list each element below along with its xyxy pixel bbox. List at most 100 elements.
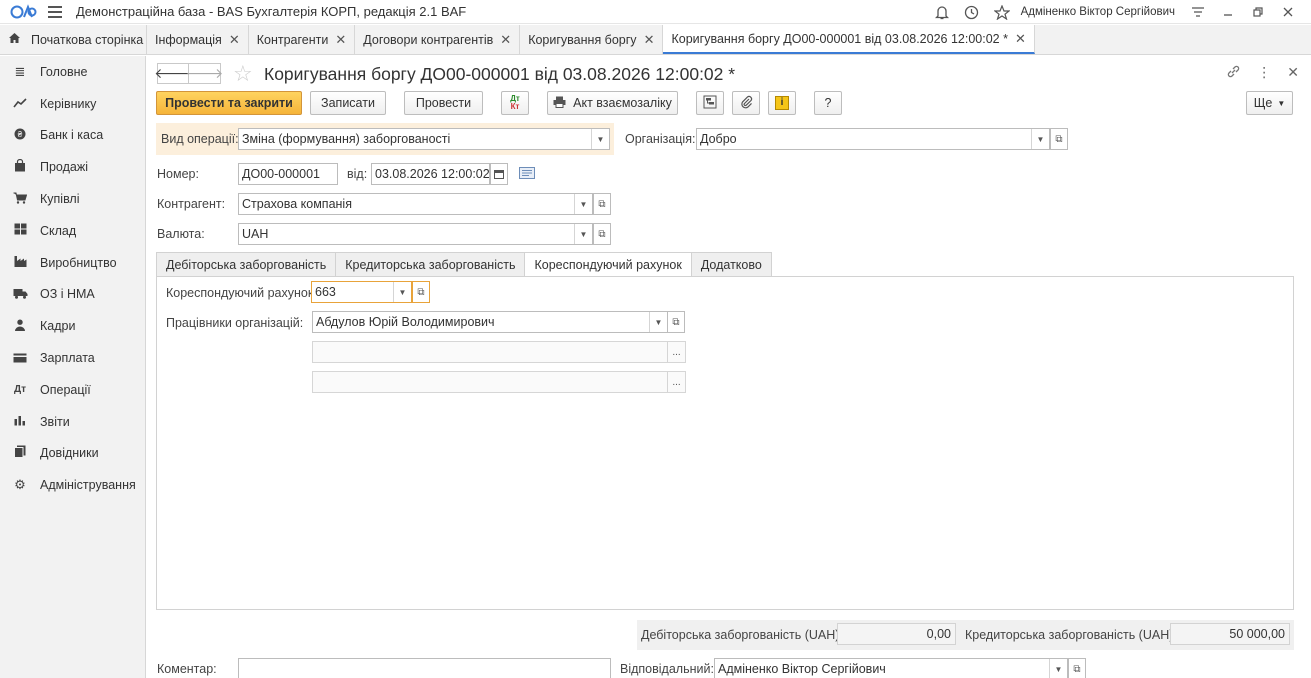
chevron-down-icon[interactable]: ▼ — [574, 224, 592, 244]
tab-information[interactable]: Інформація ✕ — [147, 25, 249, 54]
tab-receivables[interactable]: Дебіторська заборгованість — [156, 252, 336, 277]
date-input[interactable]: 03.08.2026 12:00:02 — [371, 163, 490, 185]
close-tab-icon[interactable]: ✕ — [500, 32, 511, 48]
structure-button[interactable] — [696, 91, 724, 115]
tab-correspondent-account[interactable]: Кореспондуючий рахунок — [524, 252, 691, 277]
tab-debt-adjustment-list[interactable]: Коригування боргу ✕ — [520, 25, 664, 54]
link-icon[interactable] — [1226, 64, 1241, 82]
employee-select[interactable]: Абдулов Юрій Володимирович ▼ — [312, 311, 668, 333]
number-input[interactable]: ДО00-000001 — [238, 163, 338, 185]
calendar-icon[interactable] — [490, 163, 508, 185]
settings-menu-icon[interactable] — [1183, 0, 1213, 24]
ellipsis-icon[interactable]: ... — [667, 342, 685, 362]
open-account-icon[interactable]: ⧉ — [412, 281, 430, 303]
close-tab-icon[interactable]: ✕ — [1015, 31, 1026, 47]
chevron-down-icon[interactable]: ▼ — [649, 312, 667, 332]
paperclip-icon — [740, 95, 753, 112]
counterparty-select[interactable]: Страхова компанія ▼ — [238, 193, 593, 215]
current-user[interactable]: Адміненко Віктор Сергійович — [1021, 6, 1175, 18]
open-employee-icon[interactable]: ⧉ — [667, 311, 685, 333]
minimize-icon[interactable] — [1213, 0, 1243, 24]
bell-icon[interactable] — [927, 0, 957, 24]
back-arrow-icon[interactable]: 🡐 — [154, 63, 192, 84]
ellipsis-icon[interactable]: ... — [667, 372, 685, 392]
post-button[interactable]: Провести — [404, 91, 483, 115]
sidebar-item-production[interactable]: Виробництво — [0, 247, 145, 279]
forward-arrow-icon[interactable]: 🡒 — [186, 63, 223, 84]
save-button[interactable]: Записати — [310, 91, 386, 115]
sidebar-item-operations[interactable]: Дт Операції — [0, 374, 145, 406]
restore-icon[interactable] — [1243, 0, 1273, 24]
subconto-2-input[interactable]: ... — [312, 341, 686, 363]
chevron-down-icon[interactable]: ▼ — [1049, 659, 1067, 678]
sidebar-item-hr[interactable]: Кадри — [0, 310, 145, 342]
subconto-3-input[interactable]: ... — [312, 371, 686, 393]
open-responsible-icon[interactable]: ⧉ — [1068, 658, 1086, 678]
close-tab-icon[interactable]: ✕ — [335, 32, 346, 48]
document-form: 🡐 🡒 ☆ Коригування боргу ДО00-000001 від … — [147, 56, 1311, 678]
chevron-down-icon[interactable]: ▼ — [591, 129, 609, 149]
tab-home[interactable]: Початкова сторінка — [0, 25, 147, 54]
sidebar-item-label: Кадри — [40, 319, 76, 334]
favorites-star-icon[interactable] — [987, 0, 1017, 24]
post-and-close-button[interactable]: Провести та закрити — [156, 91, 302, 115]
chevron-down-icon[interactable]: ▼ — [393, 282, 411, 302]
menu-lines-icon: ≣ — [14, 63, 26, 79]
sidebar-item-warehouse[interactable]: Склад — [0, 215, 145, 247]
open-tabs-bar: Початкова сторінка Інформація ✕ Контраген… — [0, 25, 1311, 55]
help-button[interactable]: ? — [814, 91, 842, 115]
info-button[interactable]: i — [768, 91, 796, 115]
close-tab-icon[interactable]: ✕ — [644, 32, 655, 48]
svg-text:₴: ₴ — [18, 130, 23, 139]
open-counterparty-icon[interactable]: ⧉ — [593, 193, 611, 215]
sidebar-item-catalogs[interactable]: Довідники — [0, 438, 145, 470]
sidebar-item-main[interactable]: ≣ Головне — [0, 56, 145, 88]
close-window-icon[interactable] — [1273, 0, 1303, 24]
comment-input[interactable] — [238, 658, 611, 678]
close-form-icon[interactable]: ✕ — [1287, 64, 1299, 82]
dt-kt-button[interactable]: Дт Кт — [501, 91, 529, 115]
main-menu-icon[interactable] — [48, 5, 62, 18]
sidebar-item-sales[interactable]: Продажі — [0, 151, 145, 183]
tab-counterparties[interactable]: Контрагенти ✕ — [249, 25, 356, 54]
more-button[interactable]: Ще ▼ — [1246, 91, 1293, 115]
organization-select[interactable]: Добро ▼ — [696, 128, 1050, 150]
sidebar-item-salary[interactable]: Зарплата — [0, 342, 145, 374]
chevron-down-icon[interactable]: ▼ — [1031, 129, 1049, 149]
bag-icon — [12, 159, 28, 175]
open-organization-icon[interactable]: ⧉ — [1050, 128, 1068, 150]
sidebar-item-label: Банк і каса — [40, 128, 104, 143]
counterparty-value: Страхова компанія — [242, 197, 352, 211]
chevron-down-icon[interactable]: ▼ — [574, 194, 592, 214]
open-currency-icon[interactable]: ⧉ — [593, 223, 611, 245]
sidebar-item-bank[interactable]: ₴ Банк і каса — [0, 120, 145, 152]
sidebar-item-reports[interactable]: Звіти — [0, 406, 145, 438]
sidebar-item-fixed-assets[interactable]: ОЗ і НМА — [0, 279, 145, 311]
tab-additional[interactable]: Додатково — [690, 252, 772, 277]
more-vertical-icon[interactable]: ⋮ — [1257, 64, 1271, 82]
close-tab-icon[interactable]: ✕ — [229, 32, 240, 48]
history-icon[interactable] — [957, 0, 987, 24]
favorite-star-icon[interactable]: ☆ — [233, 61, 253, 87]
mutual-offset-act-button[interactable]: Акт взаємозаліку — [547, 91, 678, 115]
tab-label: Коригування боргу ДО00-000001 від 03.08.… — [671, 31, 1008, 46]
operation-type-select[interactable]: Зміна (формування) заборгованості ▼ — [238, 128, 610, 150]
tab-debt-adjustment-doc[interactable]: Коригування боргу ДО00-000001 від 03.08.… — [663, 25, 1035, 54]
coin-icon: ₴ — [12, 128, 28, 143]
sidebar-item-label: Зарплата — [40, 351, 95, 366]
attach-files-button[interactable] — [732, 91, 760, 115]
document-status-icon[interactable] — [519, 167, 535, 182]
payables-total-label: Кредиторська заборгованість (UAH): — [965, 628, 1177, 642]
correspondent-account-select[interactable]: 663 ▼ — [311, 281, 412, 303]
person-icon — [12, 319, 28, 334]
operation-type-value: Зміна (формування) заборгованості — [242, 132, 451, 146]
currency-select[interactable]: UAH ▼ — [238, 223, 593, 245]
sidebar-item-purchases[interactable]: Купівлі — [0, 183, 145, 215]
sidebar-item-administration[interactable]: ⚙ Адміністрування — [0, 469, 145, 501]
counterparty-label: Контрагент: — [157, 197, 226, 211]
tab-label: Інформація — [155, 32, 222, 47]
tab-payables[interactable]: Кредиторська заборгованість — [335, 252, 525, 277]
tab-contracts[interactable]: Договори контрагентів ✕ — [355, 25, 521, 54]
sidebar-item-manager[interactable]: Керівнику — [0, 88, 145, 120]
responsible-select[interactable]: Адміненко Віктор Сергійович ▼ — [714, 658, 1068, 678]
